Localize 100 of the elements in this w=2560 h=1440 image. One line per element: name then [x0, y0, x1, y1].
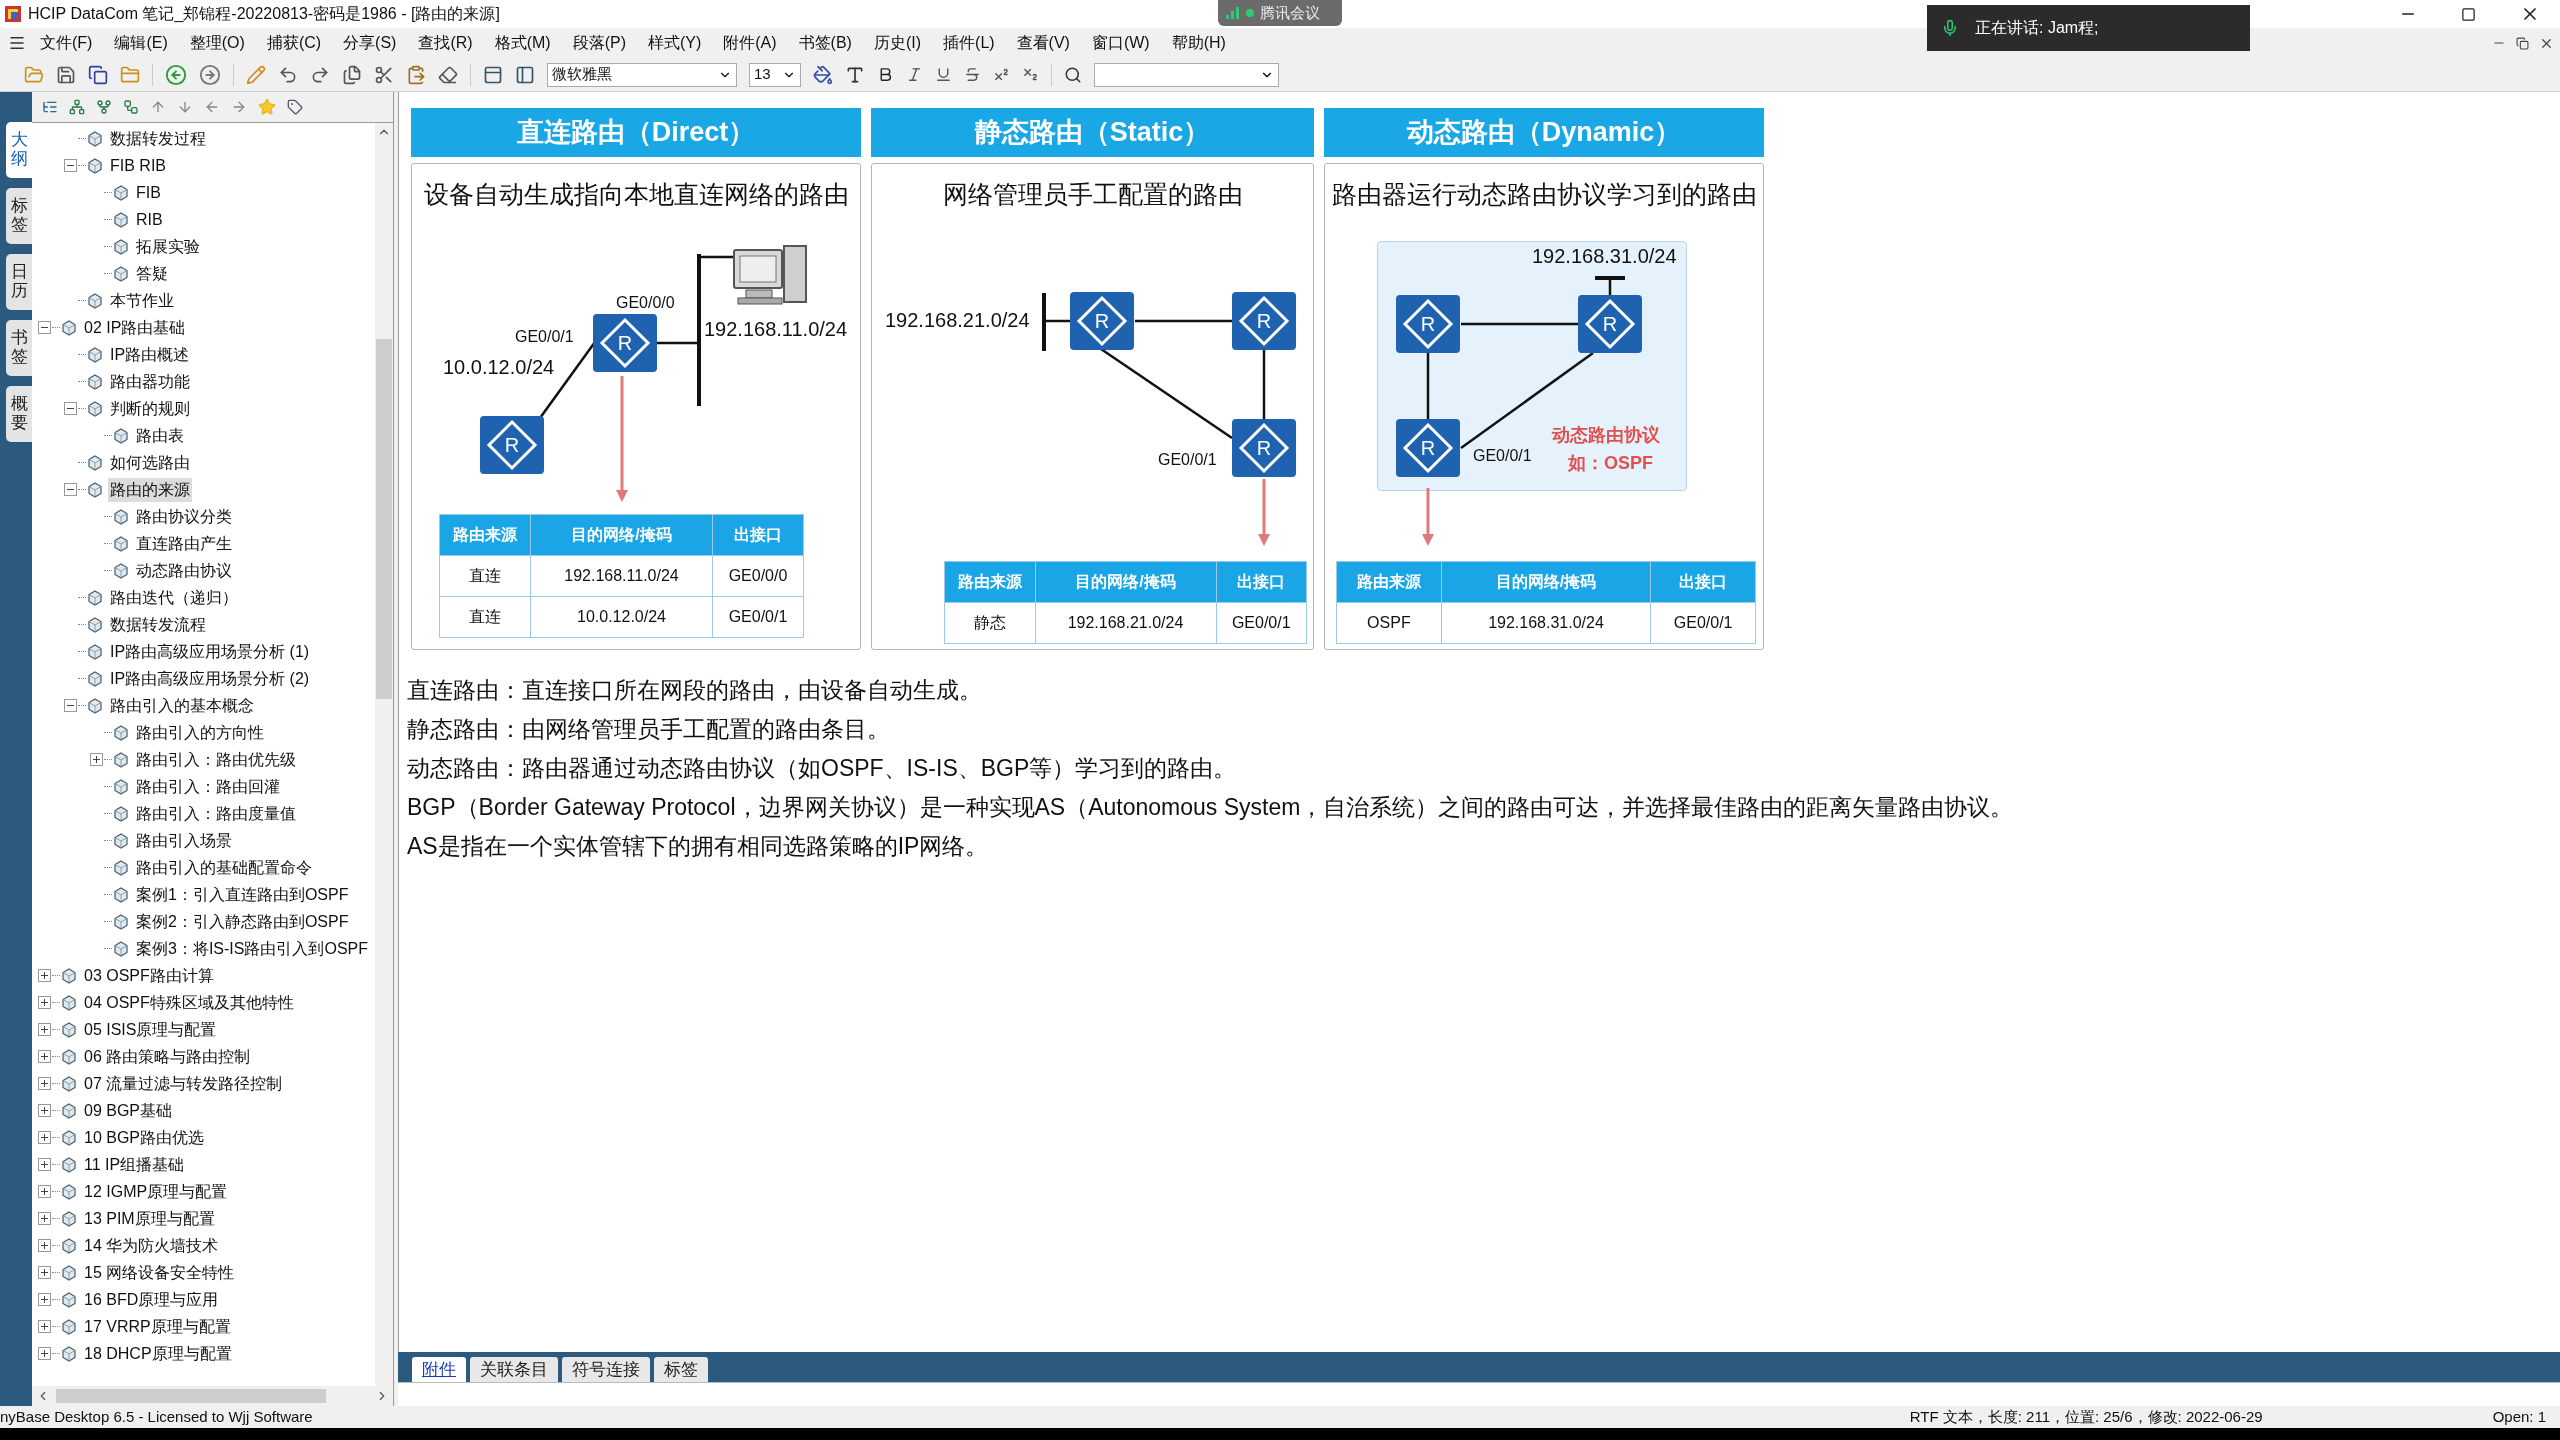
undo-icon[interactable]: [278, 64, 298, 85]
tree-item[interactable]: 数据转发流程: [108, 612, 208, 637]
back-icon[interactable]: [165, 63, 187, 86]
menu-item[interactable]: 查找(R): [418, 31, 473, 55]
expand-icon[interactable]: [38, 1131, 51, 1144]
expand-icon[interactable]: [38, 996, 51, 1009]
menu-item[interactable]: 帮助(H): [1171, 31, 1226, 55]
bottom-tab[interactable]: 标签: [654, 1357, 708, 1382]
search-icon[interactable]: [1064, 65, 1082, 84]
search-field[interactable]: [1094, 62, 1279, 87]
tree-item[interactable]: IP路由高级应用场景分析 (2): [108, 666, 312, 691]
menu-item[interactable]: 历史(I): [873, 31, 922, 55]
tree-item[interactable]: 拓展实验: [134, 234, 202, 259]
tree-item[interactable]: 04 OSPF特殊区域及其他特性: [82, 990, 296, 1015]
menu-item[interactable]: 样式(Y): [647, 31, 702, 55]
bottom-tab[interactable]: 关联条目: [470, 1357, 558, 1382]
workflow-icon[interactable]: [123, 99, 139, 115]
expand-icon[interactable]: [38, 1347, 51, 1360]
menu-item[interactable]: 文件(F): [40, 31, 93, 55]
tree-item[interactable]: 案例1：引入直连路由到OSPF: [134, 882, 351, 907]
side-tab[interactable]: 日历: [6, 254, 32, 310]
menu-item[interactable]: 整理(O): [189, 31, 245, 55]
meeting-badge[interactable]: 腾讯会议: [1218, 0, 1342, 26]
menu-item[interactable]: 格式(M): [494, 31, 551, 55]
expand-icon[interactable]: [38, 1320, 51, 1333]
menu-icon[interactable]: [8, 34, 26, 52]
menu-item[interactable]: 书签(B): [798, 31, 852, 55]
tree-item[interactable]: 数据转发过程: [108, 126, 208, 151]
expand-icon[interactable]: [38, 1023, 51, 1036]
collapse-icon[interactable]: [38, 321, 51, 334]
tree-item[interactable]: 路由引入：路由回灌: [134, 774, 282, 799]
tree-item[interactable]: 动态路由协议: [134, 558, 234, 583]
tree-item[interactable]: 判断的规则: [108, 396, 192, 421]
menu-item[interactable]: 窗口(W): [1091, 31, 1150, 55]
tree-item[interactable]: 路由引入的方向性: [134, 720, 266, 745]
cut-icon[interactable]: [374, 64, 394, 85]
menu-item[interactable]: 插件(L): [943, 31, 995, 55]
menu-item[interactable]: 查看(V): [1016, 31, 1070, 55]
tree-item[interactable]: 03 OSPF路由计算: [82, 963, 216, 988]
tree-item[interactable]: 17 VRRP原理与配置: [82, 1314, 233, 1339]
tree-item[interactable]: IP路由高级应用场景分析 (1): [108, 639, 312, 664]
tree-item[interactable]: 路由表: [134, 423, 186, 448]
tree-item[interactable]: 14 华为防火墙技术: [82, 1233, 221, 1258]
tree-item[interactable]: 案例2：引入静态路由到OSPF: [134, 909, 351, 934]
superscript-icon[interactable]: [993, 66, 1010, 83]
underline-icon[interactable]: [935, 66, 952, 83]
save-all-icon[interactable]: [88, 64, 108, 85]
tree-item[interactable]: 13 PIM原理与配置: [82, 1206, 217, 1231]
side-tab[interactable]: 概要: [6, 386, 32, 442]
fill-color-icon[interactable]: [813, 64, 833, 85]
tree-item[interactable]: 06 路由策略与路由控制: [82, 1044, 253, 1069]
collapse-icon[interactable]: [64, 159, 77, 172]
expand-icon[interactable]: [38, 969, 51, 982]
strikethrough-icon[interactable]: [964, 66, 981, 83]
tree-item[interactable]: 15 网络设备安全特性: [82, 1260, 237, 1285]
tree-item[interactable]: 路由引入场景: [134, 828, 234, 853]
tree-item[interactable]: 16 BFD原理与应用: [82, 1287, 221, 1312]
font-select[interactable]: 微软雅黑: [547, 62, 737, 87]
expand-icon[interactable]: [38, 1104, 51, 1117]
copy-icon[interactable]: [342, 64, 362, 85]
collapse-icon[interactable]: [64, 699, 77, 712]
tree-item[interactable]: 答疑: [134, 261, 170, 286]
restore-icon[interactable]: [2516, 36, 2529, 50]
menu-item[interactable]: 分享(S): [343, 31, 397, 55]
side-tab[interactable]: 书签: [6, 320, 32, 376]
branch-icon[interactable]: [96, 99, 112, 115]
tree-item[interactable]: 案例3：将IS-IS路由引入到OSPF: [134, 936, 371, 961]
size-select[interactable]: 13: [749, 62, 801, 87]
expand-icon[interactable]: [38, 1266, 51, 1279]
eraser-icon[interactable]: [438, 64, 458, 85]
tree-item[interactable]: 09 BGP基础: [82, 1098, 175, 1123]
move-down-icon[interactable]: [177, 99, 193, 115]
maximize-icon[interactable]: [2461, 6, 2476, 22]
expand-icon[interactable]: [90, 753, 103, 766]
menu-item[interactable]: 附件(A): [723, 31, 777, 55]
expand-icon[interactable]: [38, 1185, 51, 1198]
expand-icon[interactable]: [38, 1158, 51, 1171]
move-up-icon[interactable]: [150, 99, 166, 115]
tree-item[interactable]: RIB: [134, 207, 165, 232]
tree-item[interactable]: 11 IP组播基础: [82, 1152, 187, 1177]
tree-item[interactable]: 10 BGP路由优选: [82, 1125, 207, 1150]
collapse-icon[interactable]: [64, 483, 77, 496]
menu-item[interactable]: 段落(P): [572, 31, 626, 55]
tree-item[interactable]: 路由引入的基本概念: [108, 693, 256, 718]
redo-icon[interactable]: [310, 64, 330, 85]
tree-item[interactable]: 07 流量过滤与转发路径控制: [82, 1071, 285, 1096]
tree-item[interactable]: 路由器功能: [108, 369, 192, 394]
tree-item[interactable]: 路由引入：路由优先级: [134, 747, 298, 772]
tree-item[interactable]: IP路由概述: [108, 342, 192, 367]
paste-icon[interactable]: [406, 64, 426, 85]
expand-icon[interactable]: [38, 1293, 51, 1306]
tree-item[interactable]: 如何选路由: [108, 450, 192, 475]
tree-item[interactable]: 路由的来源: [108, 477, 192, 502]
tree-item[interactable]: 路由迭代（递归）: [108, 585, 240, 610]
move-right-icon[interactable]: [231, 99, 247, 115]
tree-item[interactable]: 路由引入：路由度量值: [134, 801, 298, 826]
tree-item[interactable]: 本节作业: [108, 288, 176, 313]
tree-item[interactable]: 18 DHCP原理与配置: [82, 1341, 234, 1366]
tree-item[interactable]: 路由引入的基础配置命令: [134, 855, 314, 880]
save-icon[interactable]: [56, 64, 76, 85]
